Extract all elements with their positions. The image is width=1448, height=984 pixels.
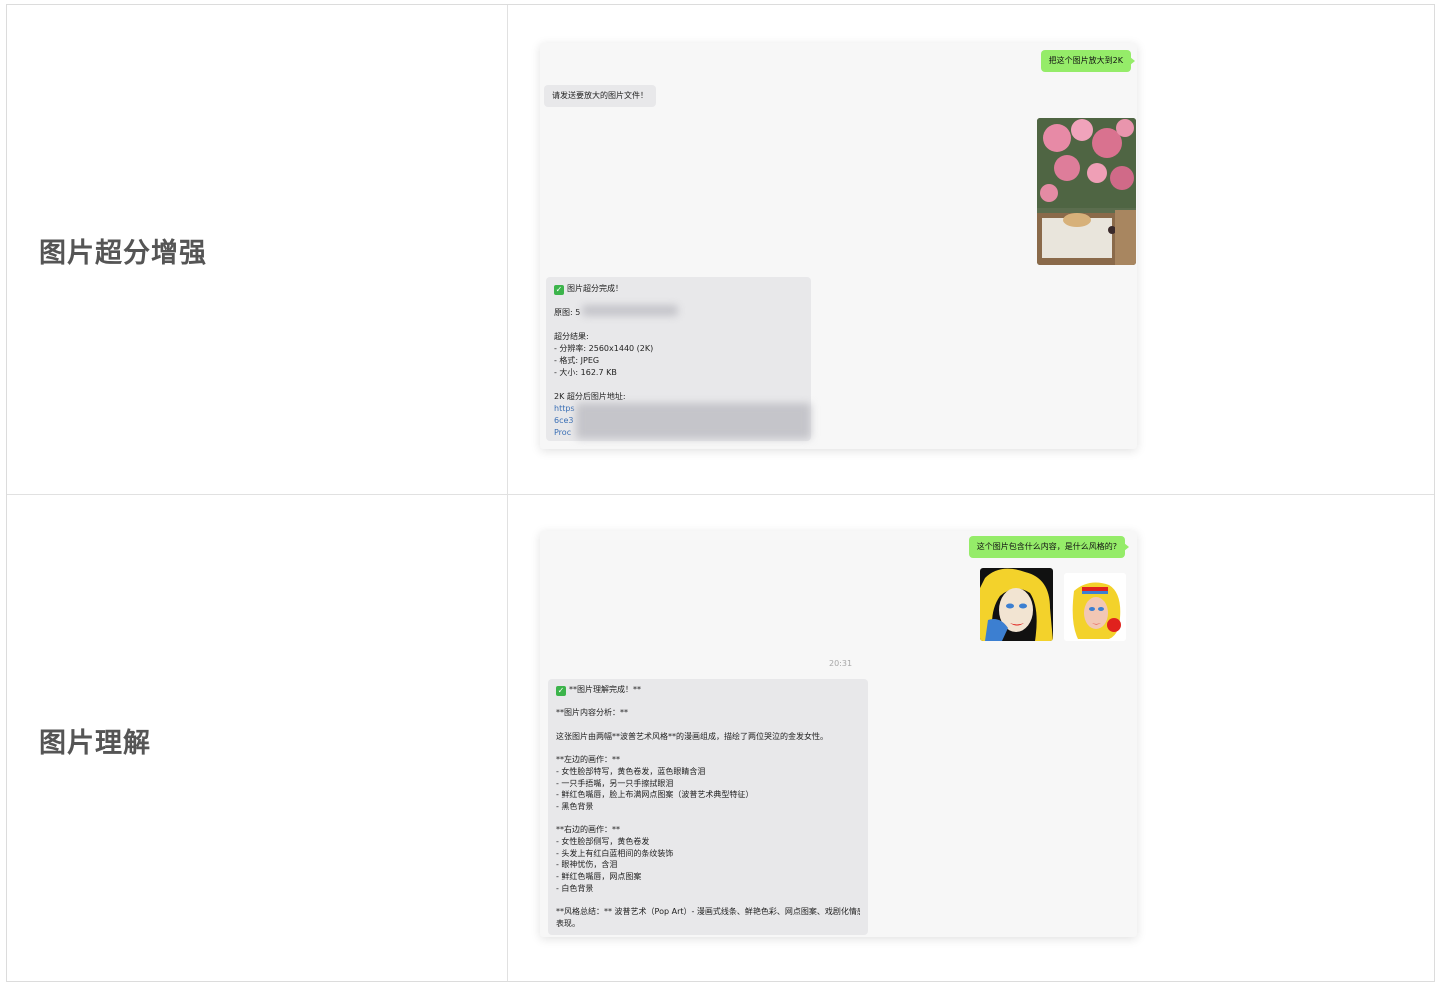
user-question-bubble: 这个图片包含什么内容，是什么风格的? [968, 536, 1130, 558]
reply-line: **图片内容分析：** [556, 708, 628, 718]
reply-line: - 白色背景 [556, 883, 594, 893]
result-title: 图片超分完成！ [567, 284, 623, 293]
reply-line [556, 696, 860, 708]
reply-line: **右边的画作：** [556, 825, 620, 835]
pop-art-left-image [980, 568, 1053, 641]
image-analysis-reply-bubble: ✓ **图片理解完成！** **图片内容分析：** 这张图片由两幅**波普艺术风格… [548, 679, 868, 935]
uploaded-photo[interactable] [1037, 118, 1136, 265]
user-message-bubble: 把这个图片放大到2K [1040, 50, 1136, 72]
flower-photo-image [1037, 118, 1136, 265]
reply-line: - 一只手捂嘴，另一只手擦拭眼泪 [556, 778, 674, 788]
check-icon: ✓ [554, 285, 564, 295]
pop-art-right-image [1064, 573, 1126, 641]
column-divider [507, 5, 508, 981]
reply-line: **左边的画作：** [556, 755, 620, 765]
redacted-blur [576, 403, 811, 439]
reply-line: - 女性脸部侧写，黄色卷发 [556, 836, 650, 846]
reply-line: - 鲜红色嘴唇，网点图案 [556, 872, 642, 881]
reply-line: 这张图片由两幅**波普艺术风格**的漫画组成，描绘了两位哭泣的金发女性。 [556, 731, 828, 741]
reply-line: - 头发上有红白蓝相间的条纹装饰 [556, 848, 674, 858]
message-timestamp: 20:31 [829, 659, 853, 668]
check-icon: ✓ [556, 686, 566, 696]
chat-screen-super-resolution: 把这个图片放大到2K 请发送要放大的图片文件！ ✓ 图片超分完成！ 原图: 5 … [540, 43, 1137, 449]
feature-table: 图片超分增强 把这个图片放大到2K 请发送要放大的图片文件！ ✓ 图片超分完成！… [6, 4, 1435, 982]
row-divider [7, 494, 1434, 495]
reply-line: **图片理解完成！** [569, 685, 641, 694]
result-header: 超分结果: [554, 332, 589, 341]
reply-line [556, 813, 860, 825]
reply-line: **风格总结：** 波普艺术（Pop Art）- 漫画式线条、鲜艳色彩、网点图案… [556, 907, 860, 917]
chat-screen-image-understanding: 这个图片包含什么内容，是什么风格的? 20:31 ✓ **图片理解完成！** *… [540, 531, 1137, 937]
pop-art-image-right[interactable] [1064, 573, 1126, 641]
reply-line: - 女性脸部特写，黄色卷发，蓝色眼睛含泪 [556, 766, 706, 776]
reply-line [556, 894, 860, 906]
super-resolution-result-bubble: ✓ 图片超分完成！ 原图: 5 超分结果: - 分辨率: 2560x1440 (2… [546, 277, 811, 441]
reply-line [556, 742, 860, 754]
result-line: - 分辨率: 2560x1440 (2K) [554, 344, 654, 353]
row-label-super-resolution: 图片超分增强 [39, 238, 207, 269]
reply-line: - 鲜红色嘴唇，脸上布满网点图案（波普艺术典型特征） [556, 790, 754, 800]
result-line: - 大小: 162.7 KB [554, 368, 617, 377]
redacted-blur [582, 305, 678, 316]
row-label-image-understanding: 图片理解 [39, 728, 151, 759]
reply-line: - 眼神忧伤，含泪 [556, 860, 618, 870]
reply-line [556, 719, 860, 731]
pop-art-image-left[interactable] [980, 568, 1053, 641]
result-line: - 格式: JPEG [554, 356, 600, 365]
link-header: 2K 超分后图片地址: [554, 392, 626, 401]
reply-line: - 黑色背景 [556, 801, 594, 811]
reply-line: 表现。 [556, 918, 580, 928]
bot-prompt-bubble: 请发送要放大的图片文件！ [544, 85, 656, 107]
